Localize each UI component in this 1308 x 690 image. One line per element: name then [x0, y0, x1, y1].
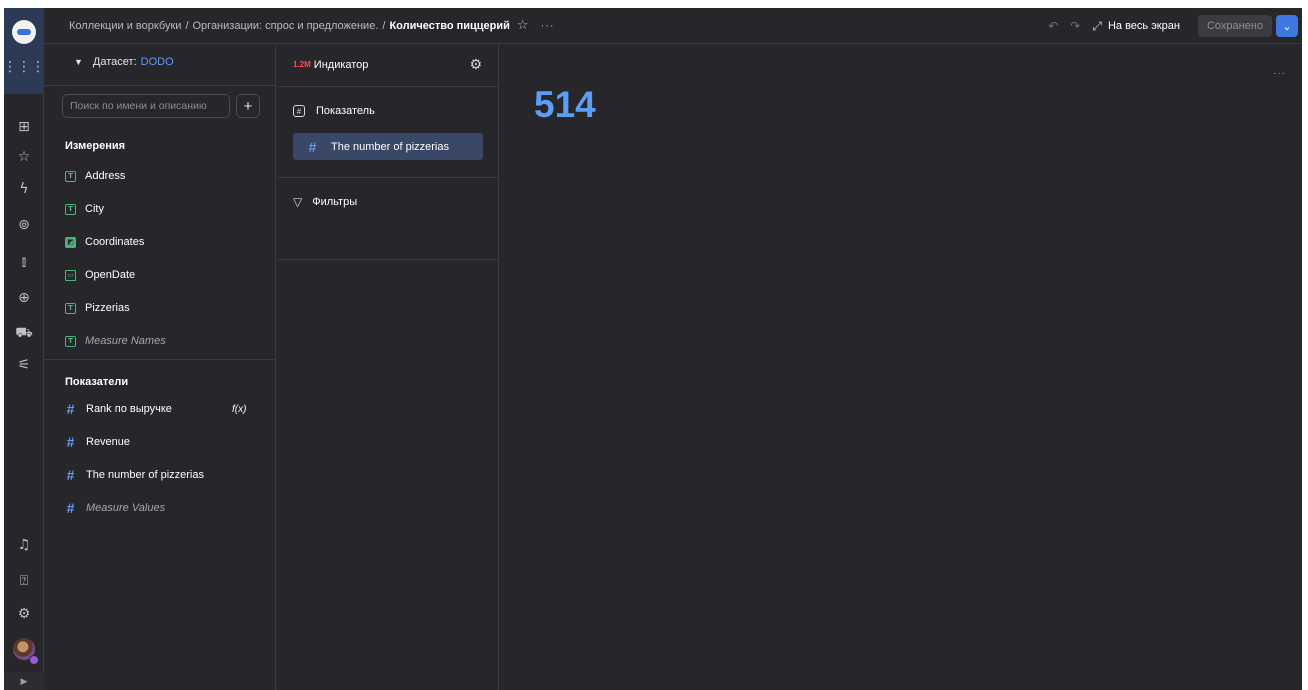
text-type-icon: T — [65, 203, 76, 215]
topbar-actions: ↶ ↷ ⤢ На весь экран Сохранено ⌄ — [1048, 14, 1298, 38]
undo-icon[interactable]: ↶ — [1048, 19, 1058, 33]
avatar-badge — [29, 655, 39, 665]
visualization-type-label: Индикатор — [313, 59, 369, 71]
hash-icon: # — [66, 434, 75, 450]
marketplace-icon[interactable]: ⛟ — [4, 322, 44, 344]
page-title: Количество пиццерий — [389, 19, 510, 32]
dashboards-icon[interactable]: ⊕ — [4, 287, 44, 309]
dataset-panel: ▼ Датасет: DODO + Измерения T Address T … — [44, 44, 276, 690]
settings-gear-icon[interactable]: ⚙ — [4, 603, 44, 625]
visualization-panel: 1.2M Индикатор ⚙ # Показатель # The numb… — [277, 44, 499, 690]
measure-field[interactable]: # Rank по выручке f(x) — [65, 400, 270, 418]
measure-chip[interactable]: # The number of pizzerias — [293, 133, 483, 160]
collections-icon[interactable]: ⊞ — [4, 116, 44, 138]
funnel-icon: ▽ — [293, 195, 303, 209]
breadcrumb-collections[interactable]: Коллекции и воркбуки — [69, 20, 181, 32]
geo-type-icon: ◩ — [65, 236, 76, 248]
visualization-type-selector[interactable]: 1.2M Индикатор — [277, 44, 499, 86]
expand-rail-icon[interactable]: ▶ — [4, 672, 44, 690]
apps-grid-icon[interactable]: ⋮⋮⋮ — [4, 56, 45, 78]
chevron-down-icon: ▼ — [74, 57, 83, 67]
indicator-type-icon: 1.2M — [293, 59, 311, 69]
preview-canvas: 514 ··· — [500, 44, 1302, 690]
breadcrumb: Коллекции и воркбуки / Организации: спро… — [69, 18, 555, 33]
dimension-field[interactable]: ◩ Coordinates — [65, 233, 144, 251]
dimension-field[interactable]: T Measure Names — [65, 332, 166, 350]
top-bar: Коллекции и воркбуки / Организации: спро… — [44, 8, 1302, 44]
measure-section: # Показатель — [293, 105, 375, 117]
help-icon[interactable]: ⍰ — [4, 570, 44, 592]
measure-field[interactable]: # The number of pizzerias — [65, 466, 204, 484]
dataset-name[interactable]: DODO — [141, 56, 174, 68]
breadcrumb-separator: / — [382, 19, 386, 32]
measure-field[interactable]: # Measure Values — [65, 499, 166, 517]
dimension-field[interactable]: T Pizzerias — [65, 299, 130, 317]
dataset-label: Датасет: — [92, 56, 137, 68]
add-field-button[interactable]: + — [236, 94, 260, 118]
redo-icon[interactable]: ↷ — [1070, 19, 1080, 33]
measure-field[interactable]: # Revenue — [65, 433, 130, 451]
search-row: + — [62, 94, 260, 118]
calendar-type-icon: ▭ — [65, 269, 76, 281]
gear-icon[interactable]: ⚙ — [469, 57, 482, 73]
settings-sliders-icon[interactable]: ⚟ — [4, 354, 44, 376]
app-window: ⋮⋮⋮ ⊞ ☆ ϟ ⊚ ⫾ ⊕ ⛟ ⚟ ♫ ⍰ ⚙ ▶ Коллекции и … — [4, 8, 1302, 690]
text-type-icon: T — [65, 170, 76, 182]
breadcrumb-workbook[interactable]: Организации: спрос и предложение. — [193, 20, 379, 32]
logo-icon[interactable] — [12, 20, 36, 44]
charts-icon[interactable]: ⫾ — [4, 251, 44, 273]
divider — [277, 177, 498, 178]
more-icon[interactable]: ··· — [1273, 68, 1286, 79]
indicator-value: 514 — [534, 84, 596, 125]
breadcrumb-separator: / — [185, 19, 189, 32]
formula-icon: f(x) — [232, 403, 247, 415]
dimension-field[interactable]: ▭ OpenDate — [65, 266, 135, 284]
measures-title: Показатели — [65, 376, 129, 388]
hash-icon: # — [66, 500, 75, 516]
hash-icon: # — [66, 401, 75, 417]
saved-button[interactable]: Сохранено — [1197, 15, 1272, 37]
text-type-icon: T — [65, 302, 76, 314]
divider — [277, 259, 498, 260]
search-input[interactable] — [62, 94, 230, 118]
fullscreen-icon[interactable]: ⤢ — [1092, 19, 1102, 34]
notifications-icon[interactable]: ♫ — [4, 534, 44, 556]
measure-section-icon: # — [293, 105, 305, 117]
favorites-icon[interactable]: ☆ — [4, 146, 44, 168]
more-icon[interactable]: ··· — [541, 20, 555, 32]
star-icon[interactable]: ☆ — [517, 18, 529, 33]
chevron-down-icon: ⌄ — [1282, 20, 1292, 33]
text-type-icon: T — [65, 335, 76, 347]
fullscreen-button[interactable]: На весь экран — [1108, 20, 1180, 32]
divider — [44, 359, 275, 360]
connections-icon[interactable]: ϟ — [4, 178, 44, 200]
save-dropdown-button[interactable]: ⌄ — [1276, 15, 1298, 37]
dimension-field[interactable]: T Address — [65, 167, 125, 185]
divider — [44, 85, 275, 86]
datasets-icon[interactable]: ⊚ — [4, 214, 44, 236]
dataset-selector[interactable]: ▼ Датасет: DODO — [44, 44, 275, 80]
hash-icon: # — [308, 138, 317, 155]
dimensions-title: Измерения — [65, 140, 126, 152]
dimension-field[interactable]: T City — [65, 200, 104, 218]
nav-rail: ⋮⋮⋮ ⊞ ☆ ϟ ⊚ ⫾ ⊕ ⛟ ⚟ ♫ ⍰ ⚙ ▶ — [4, 8, 45, 690]
filters-section[interactable]: ▽ Фильтры — [293, 195, 357, 209]
hash-icon: # — [66, 467, 75, 483]
divider — [277, 86, 498, 87]
